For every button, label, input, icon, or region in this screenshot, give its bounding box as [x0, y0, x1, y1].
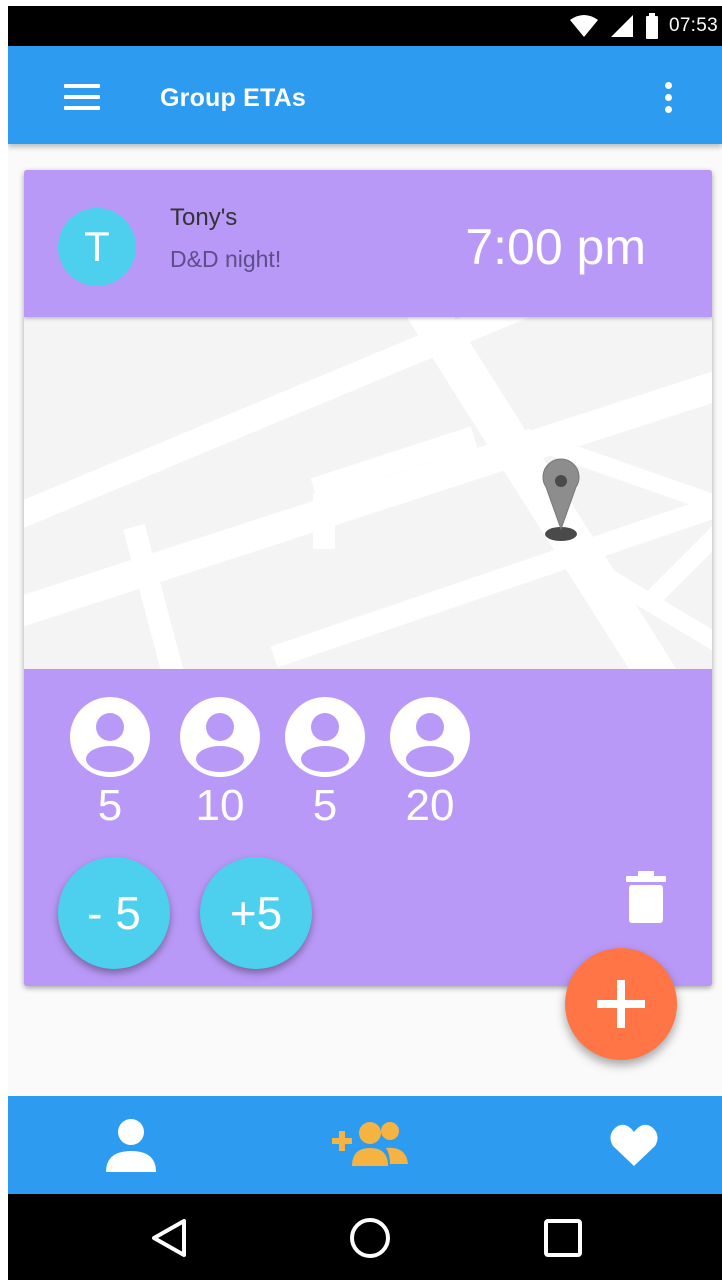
status-time: 07:53 — [668, 15, 718, 36]
home-icon[interactable] — [348, 1216, 392, 1260]
heart-icon[interactable] — [609, 1118, 659, 1174]
event-host: Tony's — [170, 204, 238, 231]
event-map[interactable] — [24, 317, 712, 669]
member-eta: 5 — [97, 781, 123, 830]
member-4[interactable]: 20 — [387, 697, 473, 831]
event-time: 7:00 pm — [465, 219, 646, 275]
member-1[interactable]: 5 — [67, 697, 153, 831]
event-name: D&D night! — [170, 246, 282, 272]
wifi-icon — [569, 15, 598, 37]
event-card-header[interactable]: T Tony's D&D night! 7:00 pm — [24, 170, 712, 317]
hamburger-menu-icon[interactable] — [64, 84, 100, 110]
event-card: T Tony's D&D night! 7:00 pm 5 10 5 20 - … — [24, 170, 712, 986]
plus-5-button[interactable]: +5 — [200, 857, 312, 969]
trash-icon[interactable] — [626, 871, 666, 923]
host-avatar: T — [58, 208, 136, 286]
minus-5-button[interactable]: - 5 — [58, 857, 170, 969]
member-3[interactable]: 5 — [282, 697, 368, 831]
system-nav-bar — [8, 1194, 722, 1280]
person-icon — [285, 697, 365, 777]
signal-icon — [610, 15, 633, 37]
add-event-fab[interactable] — [565, 948, 677, 1060]
battery-icon — [645, 13, 658, 39]
add-group-icon[interactable] — [330, 1118, 410, 1174]
plus-icon — [597, 980, 645, 1028]
person-icon — [70, 697, 150, 777]
page-title: Group ETAs — [160, 84, 306, 112]
member-eta: 10 — [195, 781, 245, 830]
bottom-nav — [8, 1096, 722, 1194]
more-vert-icon[interactable] — [660, 80, 676, 116]
member-eta: 5 — [312, 781, 338, 830]
person-icon[interactable] — [105, 1118, 157, 1174]
person-icon — [180, 697, 260, 777]
recents-icon[interactable] — [541, 1216, 585, 1260]
person-icon — [390, 697, 470, 777]
member-eta: 20 — [405, 781, 455, 830]
app-bar: Group ETAs — [8, 46, 722, 144]
member-2[interactable]: 10 — [177, 697, 263, 831]
back-icon[interactable] — [148, 1216, 192, 1260]
phone-screen: 07:53 Group ETAs T Tony's D&D night! 7:0… — [8, 6, 722, 1280]
event-card-body: 5 10 5 20 - 5 +5 — [24, 669, 712, 986]
status-bar: 07:53 — [8, 6, 722, 46]
